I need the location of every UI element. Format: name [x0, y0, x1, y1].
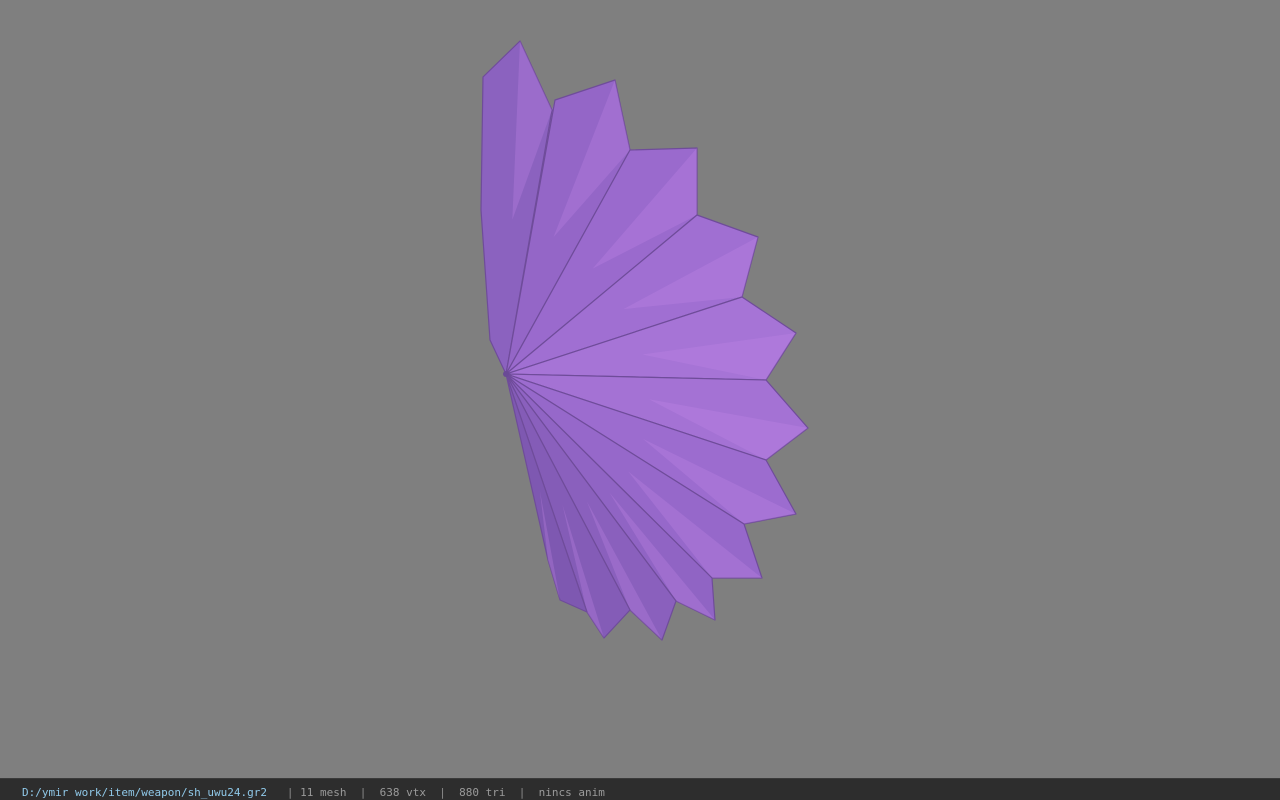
fan-pivot: [503, 371, 509, 377]
status-spacer-4: [366, 786, 379, 799]
triangle-count: 880 tri: [459, 786, 506, 799]
status-spacer-1: [267, 786, 287, 799]
vertex-count: 638 vtx: [379, 786, 427, 799]
status-separator: |: [518, 786, 526, 799]
file-path: D:/ymir work/item/weapon/sh_uwu24.gr2: [22, 786, 268, 799]
fan-blades: [480, 40, 809, 641]
status-spacer-3: [347, 786, 360, 799]
status-spacer-5: [426, 786, 439, 799]
fan-model[interactable]: [0, 0, 1280, 778]
status-spacer-6: [446, 786, 459, 799]
animation-status: nincs anim: [538, 786, 605, 799]
status-separator: |: [359, 786, 367, 799]
mesh-count: 11 mesh: [300, 786, 347, 799]
status-spacer-8: [525, 786, 538, 799]
status-spacer-2: [294, 786, 301, 799]
3d-viewport[interactable]: [0, 0, 1280, 778]
status-bar: D:/ymir work/item/weapon/sh_uwu24.gr2 | …: [0, 778, 1280, 800]
status-spacer-7: [506, 786, 519, 799]
status-separator: |: [286, 786, 294, 799]
status-separator: |: [439, 786, 446, 799]
